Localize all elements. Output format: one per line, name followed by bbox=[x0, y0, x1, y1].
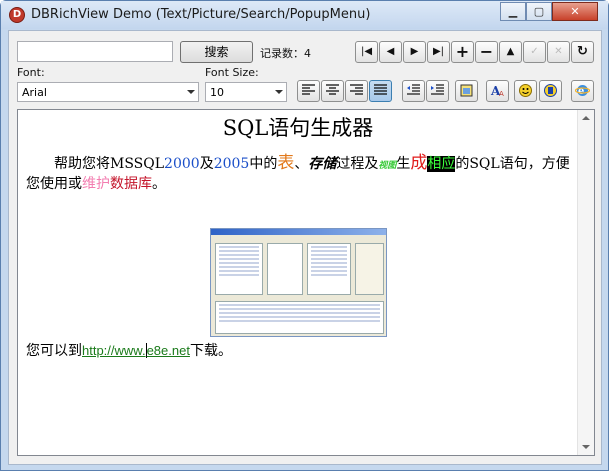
search-input[interactable] bbox=[17, 41, 173, 62]
insert-object-icon bbox=[544, 84, 557, 97]
next-record-button[interactable]: ▶ bbox=[403, 41, 426, 63]
cancel-icon: ✕ bbox=[554, 46, 563, 57]
app-icon[interactable]: D bbox=[9, 7, 25, 23]
svg-text:A: A bbox=[499, 90, 504, 98]
insert-object-button[interactable] bbox=[539, 80, 562, 102]
font-style-icon: AA bbox=[490, 84, 504, 98]
record-count: 4 bbox=[304, 47, 311, 60]
minimize-button[interactable]: ▁ bbox=[500, 2, 526, 21]
align-right-icon bbox=[350, 84, 363, 95]
align-right-button[interactable] bbox=[345, 80, 368, 102]
font-label: Font: bbox=[17, 66, 45, 79]
first-record-icon: |◀ bbox=[360, 46, 373, 57]
delete-button[interactable]: − bbox=[475, 41, 498, 63]
refresh-button[interactable]: ↻ bbox=[571, 41, 594, 63]
record-count-label: 记录数：4 bbox=[260, 47, 311, 60]
last-record-icon: ▶| bbox=[432, 46, 445, 57]
prior-record-icon: ◀ bbox=[386, 46, 395, 57]
align-left-icon bbox=[302, 84, 315, 95]
insert-smiley-icon bbox=[519, 84, 532, 97]
outdent-button[interactable] bbox=[402, 80, 425, 102]
window-title: DBRichView Demo (Text/Picture/Search/Pop… bbox=[31, 7, 371, 22]
outdent-icon bbox=[407, 84, 420, 95]
first-record-button[interactable]: |◀ bbox=[355, 41, 378, 63]
edit-button[interactable]: ▲ bbox=[499, 41, 522, 63]
minimize-icon: ▁ bbox=[508, 5, 518, 18]
download-link[interactable]: http://www.e8e.net bbox=[82, 343, 190, 358]
insert-smiley-button[interactable] bbox=[514, 80, 537, 102]
insert-button[interactable]: + bbox=[451, 41, 474, 63]
download-line: 您可以到http://www.e8e.net下载。 bbox=[26, 343, 232, 359]
maximize-button[interactable]: ▢ bbox=[526, 2, 552, 21]
close-button[interactable]: ✕ bbox=[552, 2, 598, 21]
vertical-scrollbar[interactable] bbox=[577, 110, 594, 455]
insert-picture-button[interactable] bbox=[455, 80, 478, 102]
insert-hyperlink-button[interactable]: e bbox=[571, 80, 594, 102]
align-center-button[interactable] bbox=[321, 80, 344, 102]
post-icon: ✓ bbox=[530, 46, 539, 57]
edit-icon: ▲ bbox=[506, 46, 515, 57]
rich-text-editor[interactable]: SQL语句生成器 帮助您将MSSQL2000及2005中的表、存储过程及视图生成… bbox=[17, 109, 595, 456]
insert-hyperlink-icon: e bbox=[575, 85, 590, 97]
font-size-label: Font Size: bbox=[205, 66, 259, 79]
chevron-down-icon bbox=[187, 90, 195, 94]
maximize-icon: ▢ bbox=[533, 5, 545, 18]
insert-icon: + bbox=[455, 42, 470, 61]
chevron-down-icon bbox=[275, 90, 283, 94]
search-button[interactable]: 搜索 bbox=[180, 41, 253, 63]
title-bar[interactable]: D DBRichView Demo (Text/Picture/Search/P… bbox=[1, 1, 608, 29]
delete-icon: − bbox=[479, 42, 494, 61]
font-combo[interactable]: Arial bbox=[17, 82, 199, 102]
post-button[interactable]: ✓ bbox=[523, 41, 546, 63]
font-style-button[interactable]: AA bbox=[486, 80, 509, 102]
insert-picture-icon bbox=[460, 84, 473, 97]
align-justify-icon bbox=[374, 84, 387, 95]
prior-record-button[interactable]: ◀ bbox=[379, 41, 402, 63]
client-area: 搜索 记录数：4 |◀ ◀ ▶ ▶| + − ▲ ✓ ✕ ↻ Font: Fon… bbox=[8, 30, 602, 465]
refresh-icon: ↻ bbox=[577, 44, 588, 59]
indent-button[interactable] bbox=[426, 80, 449, 102]
scroll-up-icon[interactable] bbox=[582, 116, 590, 120]
next-record-icon: ▶ bbox=[410, 46, 419, 57]
document-title: SQL语句生成器 bbox=[222, 116, 374, 140]
last-record-button[interactable]: ▶| bbox=[427, 41, 450, 63]
scroll-down-icon[interactable] bbox=[582, 445, 590, 449]
align-justify-button[interactable] bbox=[369, 80, 392, 102]
font-size-combo[interactable]: 10 bbox=[205, 82, 287, 102]
cancel-button[interactable]: ✕ bbox=[547, 41, 570, 63]
align-left-button[interactable] bbox=[297, 80, 320, 102]
align-center-icon bbox=[326, 84, 339, 95]
document-paragraph: 帮助您将MSSQL2000及2005中的表、存储过程及视图生成相应的SQL语句，… bbox=[26, 153, 570, 192]
close-icon: ✕ bbox=[570, 5, 580, 18]
indent-icon bbox=[431, 84, 444, 95]
app-window: D DBRichView Demo (Text/Picture/Search/P… bbox=[0, 0, 609, 471]
embedded-screenshot-image bbox=[210, 228, 387, 337]
